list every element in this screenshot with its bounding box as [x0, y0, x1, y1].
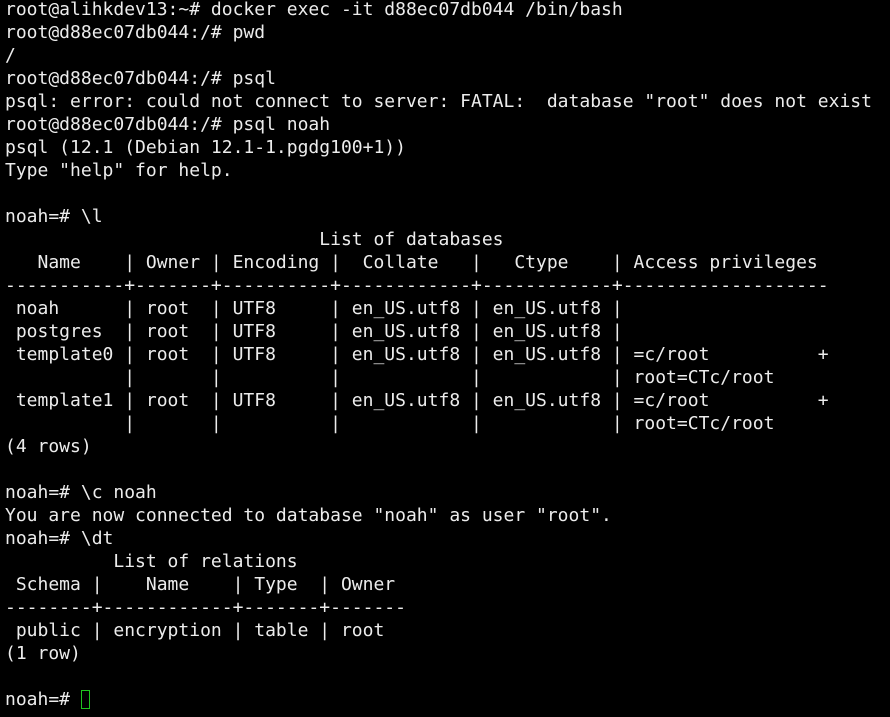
terminal-line: root@d88ec07db044:/# psql noah [5, 114, 331, 135]
terminal-line: noah=# \c noah [5, 482, 157, 503]
prompt: noah=# [5, 689, 81, 710]
terminal-line: You are now connected to database "noah"… [5, 505, 612, 526]
terminal-line: psql: error: could not connect to server… [5, 91, 872, 112]
terminal-line: postgres | root | UTF8 | en_US.utf8 | en… [5, 321, 634, 342]
terminal-line: public | encryption | table | root [5, 620, 385, 641]
terminal-line: Name | Owner | Encoding | Collate | Ctyp… [5, 252, 818, 273]
terminal-line: root@alihkdev13:~# docker exec -it d88ec… [5, 0, 623, 20]
prompt-line[interactable]: noah=# [5, 688, 872, 711]
terminal-line: template1 | root | UTF8 | en_US.utf8 | e… [5, 390, 829, 411]
terminal-line: template0 | root | UTF8 | en_US.utf8 | e… [5, 344, 829, 365]
cursor-icon [80, 690, 90, 709]
terminal-line: -----------+-------+----------+---------… [5, 275, 829, 296]
terminal-line: noah=# \l [5, 206, 103, 227]
terminal-line: / [5, 45, 16, 66]
terminal-line: root@d88ec07db044:/# psql [5, 68, 276, 89]
terminal-line: noah=# \dt [5, 528, 114, 549]
terminal-output[interactable]: root@alihkdev13:~# docker exec -it d88ec… [5, 0, 872, 711]
terminal-line: Schema | Name | Type | Owner [5, 574, 396, 595]
terminal-line: | | | | | root=CTc/root [5, 367, 775, 388]
terminal-line: psql (12.1 (Debian 12.1-1.pgdg100+1)) [5, 137, 406, 158]
terminal-line: --------+------------+-------+------- [5, 597, 406, 618]
terminal-line: (1 row) [5, 643, 81, 664]
terminal-line: noah | root | UTF8 | en_US.utf8 | en_US.… [5, 298, 634, 319]
terminal-line: List of relations [5, 551, 298, 572]
terminal-line: root@d88ec07db044:/# pwd [5, 22, 266, 43]
terminal-line: (4 rows) [5, 436, 92, 457]
terminal-line: List of databases [5, 229, 504, 250]
terminal-line: | | | | | root=CTc/root [5, 413, 775, 434]
terminal-line: Type "help" for help. [5, 160, 233, 181]
